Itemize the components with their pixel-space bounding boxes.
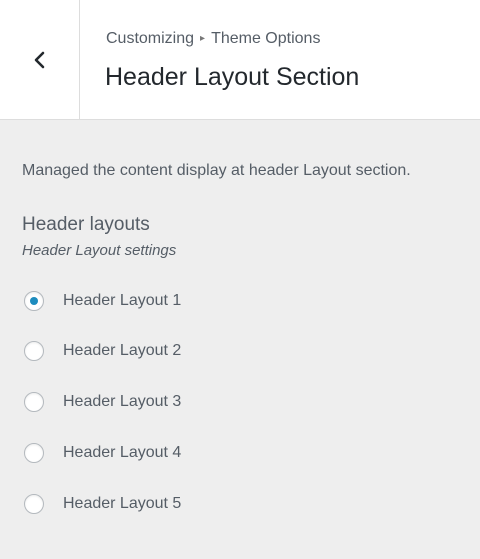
radio-option-header-layout-1[interactable]: Header Layout 1	[22, 277, 458, 325]
breadcrumb-root: Customizing	[106, 30, 195, 47]
radio-button[interactable]	[24, 442, 44, 463]
radio-option-header-layout-3[interactable]: Header Layout 3	[22, 376, 458, 427]
section-content: Managed the content display at header La…	[0, 120, 480, 529]
radio-button[interactable]	[24, 340, 44, 361]
radio-option-header-layout-5[interactable]: Header Layout 5	[22, 478, 458, 529]
radio-button[interactable]	[24, 391, 44, 412]
radio-label: Header Layout 1	[63, 292, 182, 309]
radio-button[interactable]	[24, 291, 44, 311]
chevron-left-icon	[33, 51, 47, 69]
breadcrumb-section: Theme Options	[211, 30, 321, 47]
radio-label: Header Layout 3	[63, 392, 182, 410]
breadcrumb-separator-icon: ▸	[200, 33, 206, 44]
header-layout-radio-group: Header Layout 1 Header Layout 2 Header L…	[22, 277, 458, 529]
radio-label: Header Layout 5	[63, 494, 182, 512]
customizer-header: Customizing ▸ Theme Options Header Layout …	[0, 0, 480, 120]
radio-option-header-layout-2[interactable]: Header Layout 2	[22, 325, 458, 376]
radio-button[interactable]	[24, 493, 44, 514]
setting-title: Header layouts	[22, 214, 150, 235]
radio-option-header-layout-4[interactable]: Header Layout 4	[22, 427, 458, 478]
back-button[interactable]	[0, 0, 80, 119]
page-title: Header Layout Section	[105, 63, 360, 91]
radio-label: Header Layout 2	[63, 341, 182, 359]
radio-checked-dot	[30, 297, 38, 305]
setting-subtitle: Header Layout settings	[22, 242, 177, 259]
breadcrumb: Customizing ▸ Theme Options	[106, 30, 320, 48]
section-description: Managed the content display at header La…	[22, 162, 411, 179]
radio-label: Header Layout 4	[63, 443, 182, 461]
